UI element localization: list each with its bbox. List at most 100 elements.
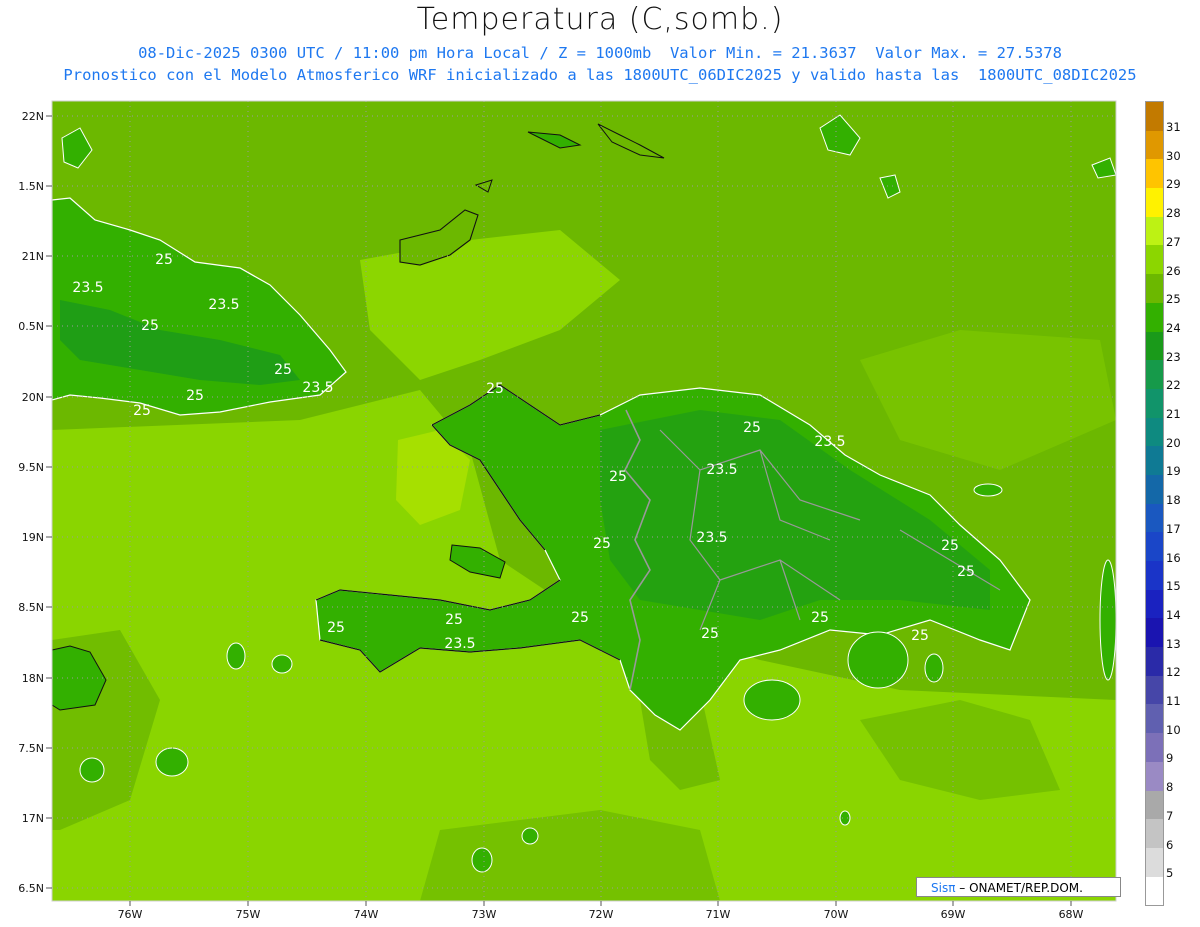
color-scale-label: 12 xyxy=(1166,665,1181,680)
spot-12 xyxy=(973,483,1003,497)
color-swatch xyxy=(1146,274,1163,303)
color-scale-label: 28 xyxy=(1166,206,1181,221)
color-scale-label: 14 xyxy=(1166,607,1181,622)
contour-label: 25 xyxy=(911,628,929,644)
contour-label: 25 xyxy=(743,420,761,436)
contour-label: 25 xyxy=(571,610,589,626)
contour-label: 23.5 xyxy=(208,297,239,313)
lat-label: 21N xyxy=(22,250,44,263)
lon-label: 76W xyxy=(118,908,143,921)
contour-label: 25 xyxy=(141,318,159,334)
color-scale-label: 7 xyxy=(1166,808,1174,823)
contour-label: 25 xyxy=(609,469,627,485)
color-swatch xyxy=(1146,474,1163,504)
color-swatch xyxy=(1146,761,1163,791)
contour-label: 25 xyxy=(445,612,463,628)
color-swatch xyxy=(1146,589,1163,619)
valid-time-line: 08-Dic-2025 0300 UTC / 11:00 pm Hora Loc… xyxy=(138,44,1062,62)
contour-label: 23.5 xyxy=(302,380,333,396)
lon-label: 68W xyxy=(1059,908,1084,921)
color-swatch xyxy=(1146,618,1163,648)
contour-label: 25 xyxy=(486,381,504,397)
spot-1 xyxy=(155,747,189,777)
color-swatch xyxy=(1146,159,1163,189)
lat-label: 0.5N xyxy=(18,320,44,333)
color-scale-label: 21 xyxy=(1166,407,1181,421)
lat-label: 6.5N xyxy=(18,882,44,895)
color-swatch xyxy=(1146,790,1163,820)
color-swatch xyxy=(1146,561,1163,590)
color-scale-label: 17 xyxy=(1166,521,1181,536)
contour-label: 25 xyxy=(133,403,151,419)
lon-label: 74W xyxy=(354,908,379,921)
color-scale-label: 23 xyxy=(1166,349,1181,364)
map-title: Temperatura (C,somb.) xyxy=(416,2,784,37)
latitude-labels: 22N 1.5N 21N 0.5N 20N 9.5N 19N 8.5N 18N 7.5N 17N 6.… xyxy=(18,110,52,895)
lon-label: 72W xyxy=(589,908,614,921)
lon-label: 70W xyxy=(824,908,849,921)
color-scale-label: 10 xyxy=(1166,722,1181,737)
contour-label: 23.5 xyxy=(72,280,103,296)
spot-11 xyxy=(839,810,851,826)
spot-10 xyxy=(1099,559,1117,681)
color-swatch xyxy=(1146,245,1163,275)
color-scale-label: 31 xyxy=(1166,120,1181,134)
color-swatch xyxy=(1146,819,1163,848)
color-swatch xyxy=(1146,388,1163,418)
color-scale-label: 16 xyxy=(1166,550,1181,565)
color-scale-label: 30 xyxy=(1166,148,1181,163)
color-swatch xyxy=(1146,417,1163,447)
color-swatch xyxy=(1146,302,1163,332)
color-swatch xyxy=(1146,102,1163,131)
color-scale-label: 11 xyxy=(1166,694,1181,708)
contour-label: 25 xyxy=(274,362,292,378)
spot-5 xyxy=(847,631,909,689)
color-scale-label: 26 xyxy=(1166,263,1181,278)
contour-label: 25 xyxy=(701,626,719,642)
color-scale xyxy=(1145,101,1164,907)
color-swatch xyxy=(1146,647,1163,676)
temperature-map: 22N 1.5N 21N 0.5N 20N 9.5N 19N 8.5N 18N 7.5N 17N 6.… xyxy=(18,100,1117,921)
color-scale-label: 29 xyxy=(1166,177,1181,192)
lat-label: 18N xyxy=(22,672,44,685)
lon-label: 69W xyxy=(941,908,966,921)
contour-label: 25 xyxy=(593,536,611,552)
color-swatch xyxy=(1146,130,1163,160)
color-swatch xyxy=(1146,675,1163,705)
contour-label: 23.5 xyxy=(706,462,737,478)
spot-8 xyxy=(471,847,493,873)
color-swatch xyxy=(1146,876,1163,906)
color-swatch xyxy=(1146,216,1163,246)
color-scale-label: 25 xyxy=(1166,292,1181,307)
color-swatch xyxy=(1146,733,1163,762)
lat-label: 19N xyxy=(22,531,44,544)
color-swatch xyxy=(1146,704,1163,734)
lon-label: 71W xyxy=(706,908,731,921)
lat-label: 20N xyxy=(22,391,44,404)
color-swatch xyxy=(1146,503,1163,533)
credit-box: Sisπ – ONAMET/REP.DOM. xyxy=(916,877,1121,897)
color-swatch xyxy=(1146,331,1163,361)
color-swatch xyxy=(1146,446,1163,475)
spot-7 xyxy=(743,679,801,721)
longitude-labels: 76W 75W 74W 73W 72W 71W 70W 69W 68W xyxy=(118,901,1084,921)
color-scale-label: 19 xyxy=(1166,464,1181,479)
model-info-line: Pronostico con el Modelo Atmosferico WRF… xyxy=(63,66,1137,84)
contour-label: 25 xyxy=(327,620,345,636)
color-scale-label: 13 xyxy=(1166,636,1181,651)
color-scale-label: 20 xyxy=(1166,435,1181,450)
color-scale-label: 5 xyxy=(1166,866,1174,881)
color-swatch xyxy=(1146,847,1163,877)
color-scale-label: 9 xyxy=(1166,751,1174,766)
spot-9 xyxy=(521,827,539,845)
contour-label: 25 xyxy=(941,538,959,554)
color-scale-label: 6 xyxy=(1166,837,1174,852)
lat-label: 17N xyxy=(22,812,44,825)
contour-label: 23.5 xyxy=(696,530,727,546)
contour-label: 23.5 xyxy=(814,434,845,450)
contour-label: 25 xyxy=(186,388,204,404)
color-scale-label: 27 xyxy=(1166,234,1181,249)
lat-label: 7.5N xyxy=(18,742,44,755)
contour-label: 23.5 xyxy=(444,636,475,652)
credit-text: – ONAMET/REP.DOM. xyxy=(955,881,1083,895)
